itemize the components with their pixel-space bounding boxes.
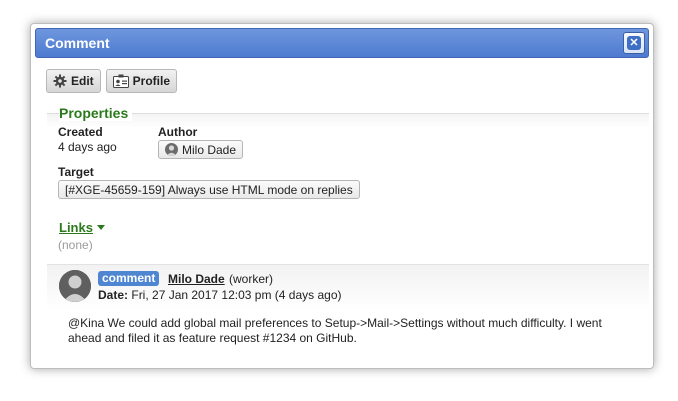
close-button[interactable]: ✕ <box>623 32 645 54</box>
properties-heading: Properties <box>59 105 133 121</box>
created-label: Created <box>58 125 103 139</box>
comment-date-value: Fri, 27 Jan 2017 12:03 pm (4 days ago) <box>131 288 342 302</box>
author-name: Milo Dade <box>182 142 237 157</box>
dialog-title: Comment <box>45 35 110 51</box>
profile-button[interactable]: Profile <box>105 69 178 93</box>
comment-badge: comment <box>98 271 160 286</box>
id-card-icon <box>112 74 129 88</box>
author-label: Author <box>158 125 198 139</box>
edit-label: Edit <box>71 74 94 88</box>
comment-dialog: Comment ✕ Edit Profile Properties Create… <box>30 23 654 369</box>
links-toggle[interactable]: Links <box>59 220 105 235</box>
close-icon: ✕ <box>627 36 641 50</box>
edit-button[interactable]: Edit <box>46 69 101 93</box>
comment-date-label: Date: <box>98 288 129 302</box>
created-value: 4 days ago <box>58 140 117 154</box>
profile-label: Profile <box>132 74 171 88</box>
target-label: Target <box>58 165 94 179</box>
avatar <box>165 143 178 156</box>
author-chip[interactable]: Milo Dade <box>158 140 244 159</box>
target-value: [#XGE-45659-159] Always use HTML mode on… <box>65 182 353 197</box>
toolbar: Edit Profile <box>46 69 178 93</box>
comment-date: Date: Fri, 27 Jan 2017 12:03 pm (4 days … <box>98 288 341 302</box>
comment-author-link[interactable]: Milo Dade <box>168 272 225 286</box>
titlebar: Comment ✕ <box>35 28 649 58</box>
comment-author-role: (worker) <box>229 272 273 286</box>
links-empty: (none) <box>58 238 93 252</box>
caret-down-icon <box>96 225 105 230</box>
gear-icon <box>53 74 67 88</box>
avatar <box>59 270 91 302</box>
links-heading: Links <box>59 220 93 235</box>
target-chip[interactable]: [#XGE-45659-159] Always use HTML mode on… <box>58 180 360 199</box>
properties-rule <box>47 113 649 128</box>
comment-body: @Kina We could add global mail preferenc… <box>68 316 602 345</box>
